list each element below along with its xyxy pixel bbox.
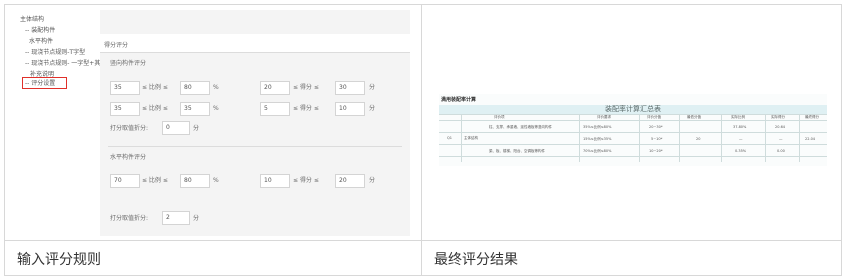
v1-unit1: % (213, 84, 219, 91)
h-interp-input[interactable]: 2 (162, 211, 190, 225)
v1-score-max-input[interactable]: 30 (335, 81, 365, 95)
row2-score: 5~10* (651, 137, 663, 141)
score-result-screenshot: 满用装配率计算 装配率计算汇总表 评价项 评价要求 评价分值 最低分值 实际比例… (432, 10, 834, 236)
panel-header: 得分评分 (100, 34, 410, 53)
tree-item-main-structure[interactable]: 主体结构 (20, 16, 44, 23)
row3-actual: 0.00 (777, 149, 785, 153)
h-interp-unit: 分 (193, 215, 200, 222)
header-actual: 实际得分 (771, 115, 785, 119)
table-rule (439, 144, 827, 145)
h1-unit1: % (213, 177, 219, 184)
v2-score-min-input[interactable]: 5 (260, 102, 290, 116)
table-col-rule (765, 114, 766, 162)
result-table-region: 满用装配率计算 装配率计算汇总表 评价项 评价要求 评价分值 最低分值 实际比例… (439, 94, 827, 166)
row1-req: 35%≤比例≤80% (583, 125, 612, 129)
h1-op1: ≤ 比例 ≤ (142, 177, 168, 184)
tree-item-node-t[interactable]: -- 现浇节点规则-T字型 (25, 49, 85, 56)
row3-req: 70%≤比例≤80% (583, 149, 612, 153)
row1-ratio: 37.80% (733, 125, 747, 129)
header-item: 评价项 (494, 115, 505, 119)
table-rule (439, 132, 827, 133)
v-interp-input[interactable]: 0 (162, 121, 190, 135)
row2-ratio: — (739, 137, 743, 141)
v1-op1: ≤ 比例 ≤ (142, 84, 168, 91)
scoring-rules-screenshot: 主体结构 -- 装配构件 水平构件 -- 现浇节点规则-T字型 -- 现浇节点规… (17, 10, 410, 236)
h1-unit2: 分 (369, 177, 376, 184)
table-rule (439, 156, 827, 157)
row3-ratio: 0.35% (735, 149, 747, 153)
v2-min-input[interactable]: 35 (110, 102, 140, 116)
final-score: 22.04 (805, 137, 816, 141)
section-separator (108, 146, 402, 147)
v1-score-min-input[interactable]: 20 (260, 81, 290, 95)
vertical-section-title: 竖向构件评分 (110, 60, 147, 67)
table-rule (439, 120, 827, 121)
v2-max-input[interactable]: 35 (180, 102, 210, 116)
table-col-rule (579, 114, 580, 162)
row1-actual: 20.64 (775, 125, 786, 129)
item-vertical: 柱、支撑、承重墙、延性墙板等竖向构件 (489, 125, 552, 129)
h1-score-min-input[interactable]: 10 (260, 174, 290, 188)
header-ratio: 实际比例 (731, 115, 745, 119)
header-req: 评价要求 (597, 115, 611, 119)
row3-score: 10~20* (649, 149, 663, 153)
panel-header-label: 得分评分 (104, 42, 129, 49)
highlight-box (22, 77, 67, 89)
v1-max-input[interactable]: 80 (180, 81, 210, 95)
v2-unit2: 分 (369, 105, 376, 112)
h1-min-input[interactable]: 70 (110, 174, 140, 188)
horizontal-section-title: 水平构件评分 (110, 154, 147, 161)
right-caption: 最终评分结果 (434, 252, 518, 268)
row2-actual: — (779, 137, 783, 141)
tree-item-precast[interactable]: -- 装配构件 (25, 27, 55, 34)
tree-item-node-line[interactable]: -- 现浇节点规则- 一字型+其 (25, 60, 100, 67)
table-col-rule (799, 114, 800, 162)
item-horizontal: 梁、板、楼梯、阳台、空调板等构件 (489, 149, 545, 153)
header-min: 最低分值 (687, 115, 701, 119)
v-interp-label: 打分取值折分: (110, 125, 149, 132)
row2-req: 15%≤比例≤35% (583, 137, 612, 141)
header-final: 最终得分 (805, 115, 819, 119)
table-col-rule (721, 114, 722, 162)
min-score: 20 (696, 137, 701, 141)
v2-op1: ≤ 比例 ≤ (142, 105, 168, 112)
tree-item-horizontal[interactable]: 水平构件 (29, 38, 53, 45)
h1-score-max-input[interactable]: 20 (335, 174, 365, 188)
v1-min-input[interactable]: 35 (110, 81, 140, 95)
v1-unit2: 分 (369, 84, 376, 91)
category-tree: 主体结构 -- 装配构件 水平构件 -- 现浇节点规则-T字型 -- 现浇节点规… (17, 10, 101, 236)
group-name: 主体结构 (464, 136, 478, 140)
h1-op2: ≤ 得分 ≤ (293, 177, 319, 184)
h1-max-input[interactable]: 80 (180, 174, 210, 188)
table-col-rule (461, 114, 462, 162)
result-section-title: 满用装配率计算 (441, 97, 477, 103)
settings-panel: 得分评分 竖向构件评分 35 ≤ 比例 ≤ 80 % 20 ≤ 得分 ≤ 30 … (100, 10, 410, 236)
column-divider (421, 4, 422, 276)
header-score: 评价分值 (647, 115, 661, 119)
result-table-title: 装配率计算汇总表 (439, 105, 827, 114)
row1-score: 20~30* (649, 125, 663, 129)
h-interp-label: 打分取值折分: (110, 215, 149, 222)
table-col-rule (639, 114, 640, 162)
table-col-rule (679, 114, 680, 162)
result-table: 评价项 评价要求 评价分值 最低分值 实际比例 实际得分 最终得分 Q1 主体结… (439, 114, 827, 166)
v1-op2: ≤ 得分 ≤ (293, 84, 319, 91)
v2-score-max-input[interactable]: 10 (335, 102, 365, 116)
v2-op2: ≤ 得分 ≤ (293, 105, 319, 112)
v2-unit1: % (213, 105, 219, 112)
row-divider (4, 240, 842, 241)
group-number: Q1 (447, 136, 452, 140)
left-caption: 输入评分规则 (17, 252, 101, 268)
v-interp-unit: 分 (193, 125, 200, 132)
